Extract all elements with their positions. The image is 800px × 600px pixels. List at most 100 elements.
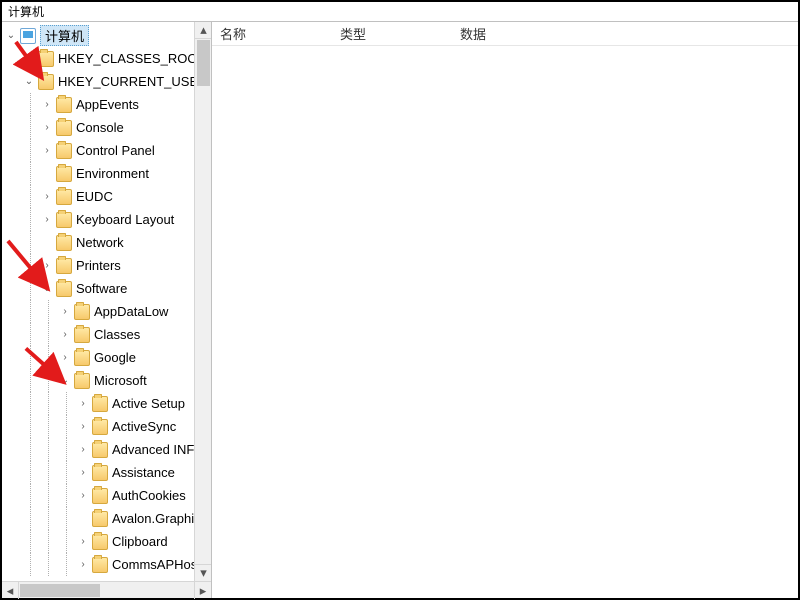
chevron-right-icon[interactable]: › (40, 121, 54, 135)
chevron-right-icon[interactable]: › (76, 535, 90, 549)
scroll-down-icon[interactable]: ▾ (195, 564, 211, 581)
tree-horizontal-scrollbar[interactable]: ◂ ▸ (2, 581, 211, 598)
folder-icon (92, 465, 108, 481)
window-title: 计算机 (2, 2, 798, 22)
tree-item[interactable]: › AppEvents (4, 93, 211, 116)
tree-item[interactable]: ⌄ Microsoft (4, 369, 211, 392)
folder-icon (38, 51, 54, 67)
tree-vertical-scrollbar[interactable]: ▴ ▾ (194, 22, 211, 581)
chevron-right-icon[interactable]: › (76, 466, 90, 480)
registry-tree[interactable]: ⌄ 计算机›HKEY_CLASSES_ROOT ⌄ HKEY_CURRENT_USER… (2, 22, 211, 581)
chevron-right-icon[interactable]: › (76, 558, 90, 572)
folder-icon (56, 120, 72, 136)
tree-item[interactable]: › Clipboard (4, 530, 211, 553)
folder-icon (56, 212, 72, 228)
chevron-down-icon[interactable]: ⌄ (22, 75, 36, 89)
folder-icon (92, 557, 108, 573)
folder-icon (74, 327, 90, 343)
chevron-right-icon[interactable]: › (58, 328, 72, 342)
chevron-down-icon[interactable]: ⌄ (58, 374, 72, 388)
tree-item-label: Keyboard Layout (76, 212, 180, 227)
folder-icon (74, 304, 90, 320)
tree-item-label: CommsAPHost (112, 557, 207, 572)
tree-item-label: Control Panel (76, 143, 161, 158)
tree-item-label: AuthCookies (112, 488, 192, 503)
tree-item-label: HKEY_CURRENT_USER (58, 74, 211, 89)
tree-panel: ⌄ 计算机›HKEY_CLASSES_ROOT ⌄ HKEY_CURRENT_USER… (2, 22, 212, 598)
tree-item[interactable]: › Control Panel (4, 139, 211, 162)
column-name[interactable]: 名称 (212, 24, 332, 43)
chevron-right-icon[interactable]: › (58, 351, 72, 365)
tree-item[interactable]: ›Active Setup (4, 392, 211, 415)
chevron-right-icon[interactable]: › (40, 190, 54, 204)
chevron-right-icon[interactable]: › (58, 305, 72, 319)
tree-item-label: Environment (76, 166, 155, 181)
tree-item[interactable]: ›Console (4, 116, 211, 139)
folder-icon (56, 143, 72, 159)
tree-item[interactable]: Network (4, 231, 211, 254)
tree-item[interactable]: › AppDataLow (4, 300, 211, 323)
folder-icon (56, 97, 72, 113)
chevron-down-icon[interactable]: ⌄ (4, 29, 18, 43)
folder-icon (92, 534, 108, 550)
tree-item[interactable]: › AuthCookies (4, 484, 211, 507)
tree-item[interactable]: › CommsAPHost (4, 553, 211, 576)
tree-item[interactable]: ⌄ Software (4, 277, 211, 300)
tree-item-label: Network (76, 235, 130, 250)
tree-item-label: AppDataLow (94, 304, 174, 319)
chevron-right-icon[interactable]: › (40, 98, 54, 112)
tree-item[interactable]: Avalon.Graphics (4, 507, 211, 530)
folder-icon (56, 258, 72, 274)
tree-item[interactable]: ›HKEY_CLASSES_ROOT (4, 47, 211, 70)
scroll-right-icon[interactable]: ▸ (194, 582, 211, 599)
folder-icon (74, 350, 90, 366)
tree-item[interactable]: › EUDC (4, 185, 211, 208)
tree-item[interactable]: ⌄ HKEY_CURRENT_USER (4, 70, 211, 93)
column-headers[interactable]: 名称 类型 数据 (212, 22, 798, 46)
chevron-right-icon[interactable]: › (76, 489, 90, 503)
chevron-down-icon[interactable]: ⌄ (40, 282, 54, 296)
folder-icon (92, 396, 108, 412)
column-data[interactable]: 数据 (452, 24, 798, 43)
folder-icon (92, 511, 108, 527)
chevron-right-icon[interactable]: › (76, 397, 90, 411)
tree-item-label: 计算机 (40, 25, 89, 46)
chevron-right-icon[interactable]: › (76, 420, 90, 434)
tree-item[interactable]: ⌄ 计算机 (4, 24, 211, 47)
column-type[interactable]: 类型 (332, 24, 452, 43)
tree-item[interactable]: ›ActiveSync (4, 415, 211, 438)
folder-icon (92, 488, 108, 504)
tree-item-label: EUDC (76, 189, 119, 204)
tree-item-label: Assistance (112, 465, 181, 480)
computer-icon (20, 28, 36, 44)
tree-item[interactable]: Environment (4, 162, 211, 185)
folder-icon (56, 166, 72, 182)
chevron-right-icon[interactable]: › (76, 443, 90, 457)
chevron-right-icon[interactable]: › (40, 259, 54, 273)
tree-item-label: AppEvents (76, 97, 145, 112)
chevron-right-icon[interactable]: › (40, 213, 54, 227)
folder-icon (92, 419, 108, 435)
scroll-up-icon[interactable]: ▴ (195, 22, 211, 39)
folder-icon (56, 281, 72, 297)
folder-icon (74, 373, 90, 389)
tree-item-label: Google (94, 350, 142, 365)
tree-item[interactable]: › Google (4, 346, 211, 369)
chevron-right-icon[interactable]: › (40, 144, 54, 158)
tree-item[interactable]: › Classes (4, 323, 211, 346)
scroll-thumb[interactable] (20, 584, 100, 597)
folder-icon (38, 74, 54, 90)
tree-item[interactable]: ›Printers (4, 254, 211, 277)
tree-item-label: Classes (94, 327, 146, 342)
tree-item[interactable]: ›Advanced INF S (4, 438, 211, 461)
folder-icon (92, 442, 108, 458)
tree-item-label: Software (76, 281, 133, 296)
chevron-right-icon[interactable]: › (22, 52, 36, 66)
tree-item[interactable]: › Keyboard Layout (4, 208, 211, 231)
tree-item-label: Microsoft (94, 373, 153, 388)
tree-item-label: Clipboard (112, 534, 174, 549)
values-list[interactable] (212, 46, 798, 598)
scroll-left-icon[interactable]: ◂ (2, 582, 19, 599)
scroll-thumb[interactable] (197, 40, 210, 86)
tree-item[interactable]: › Assistance (4, 461, 211, 484)
